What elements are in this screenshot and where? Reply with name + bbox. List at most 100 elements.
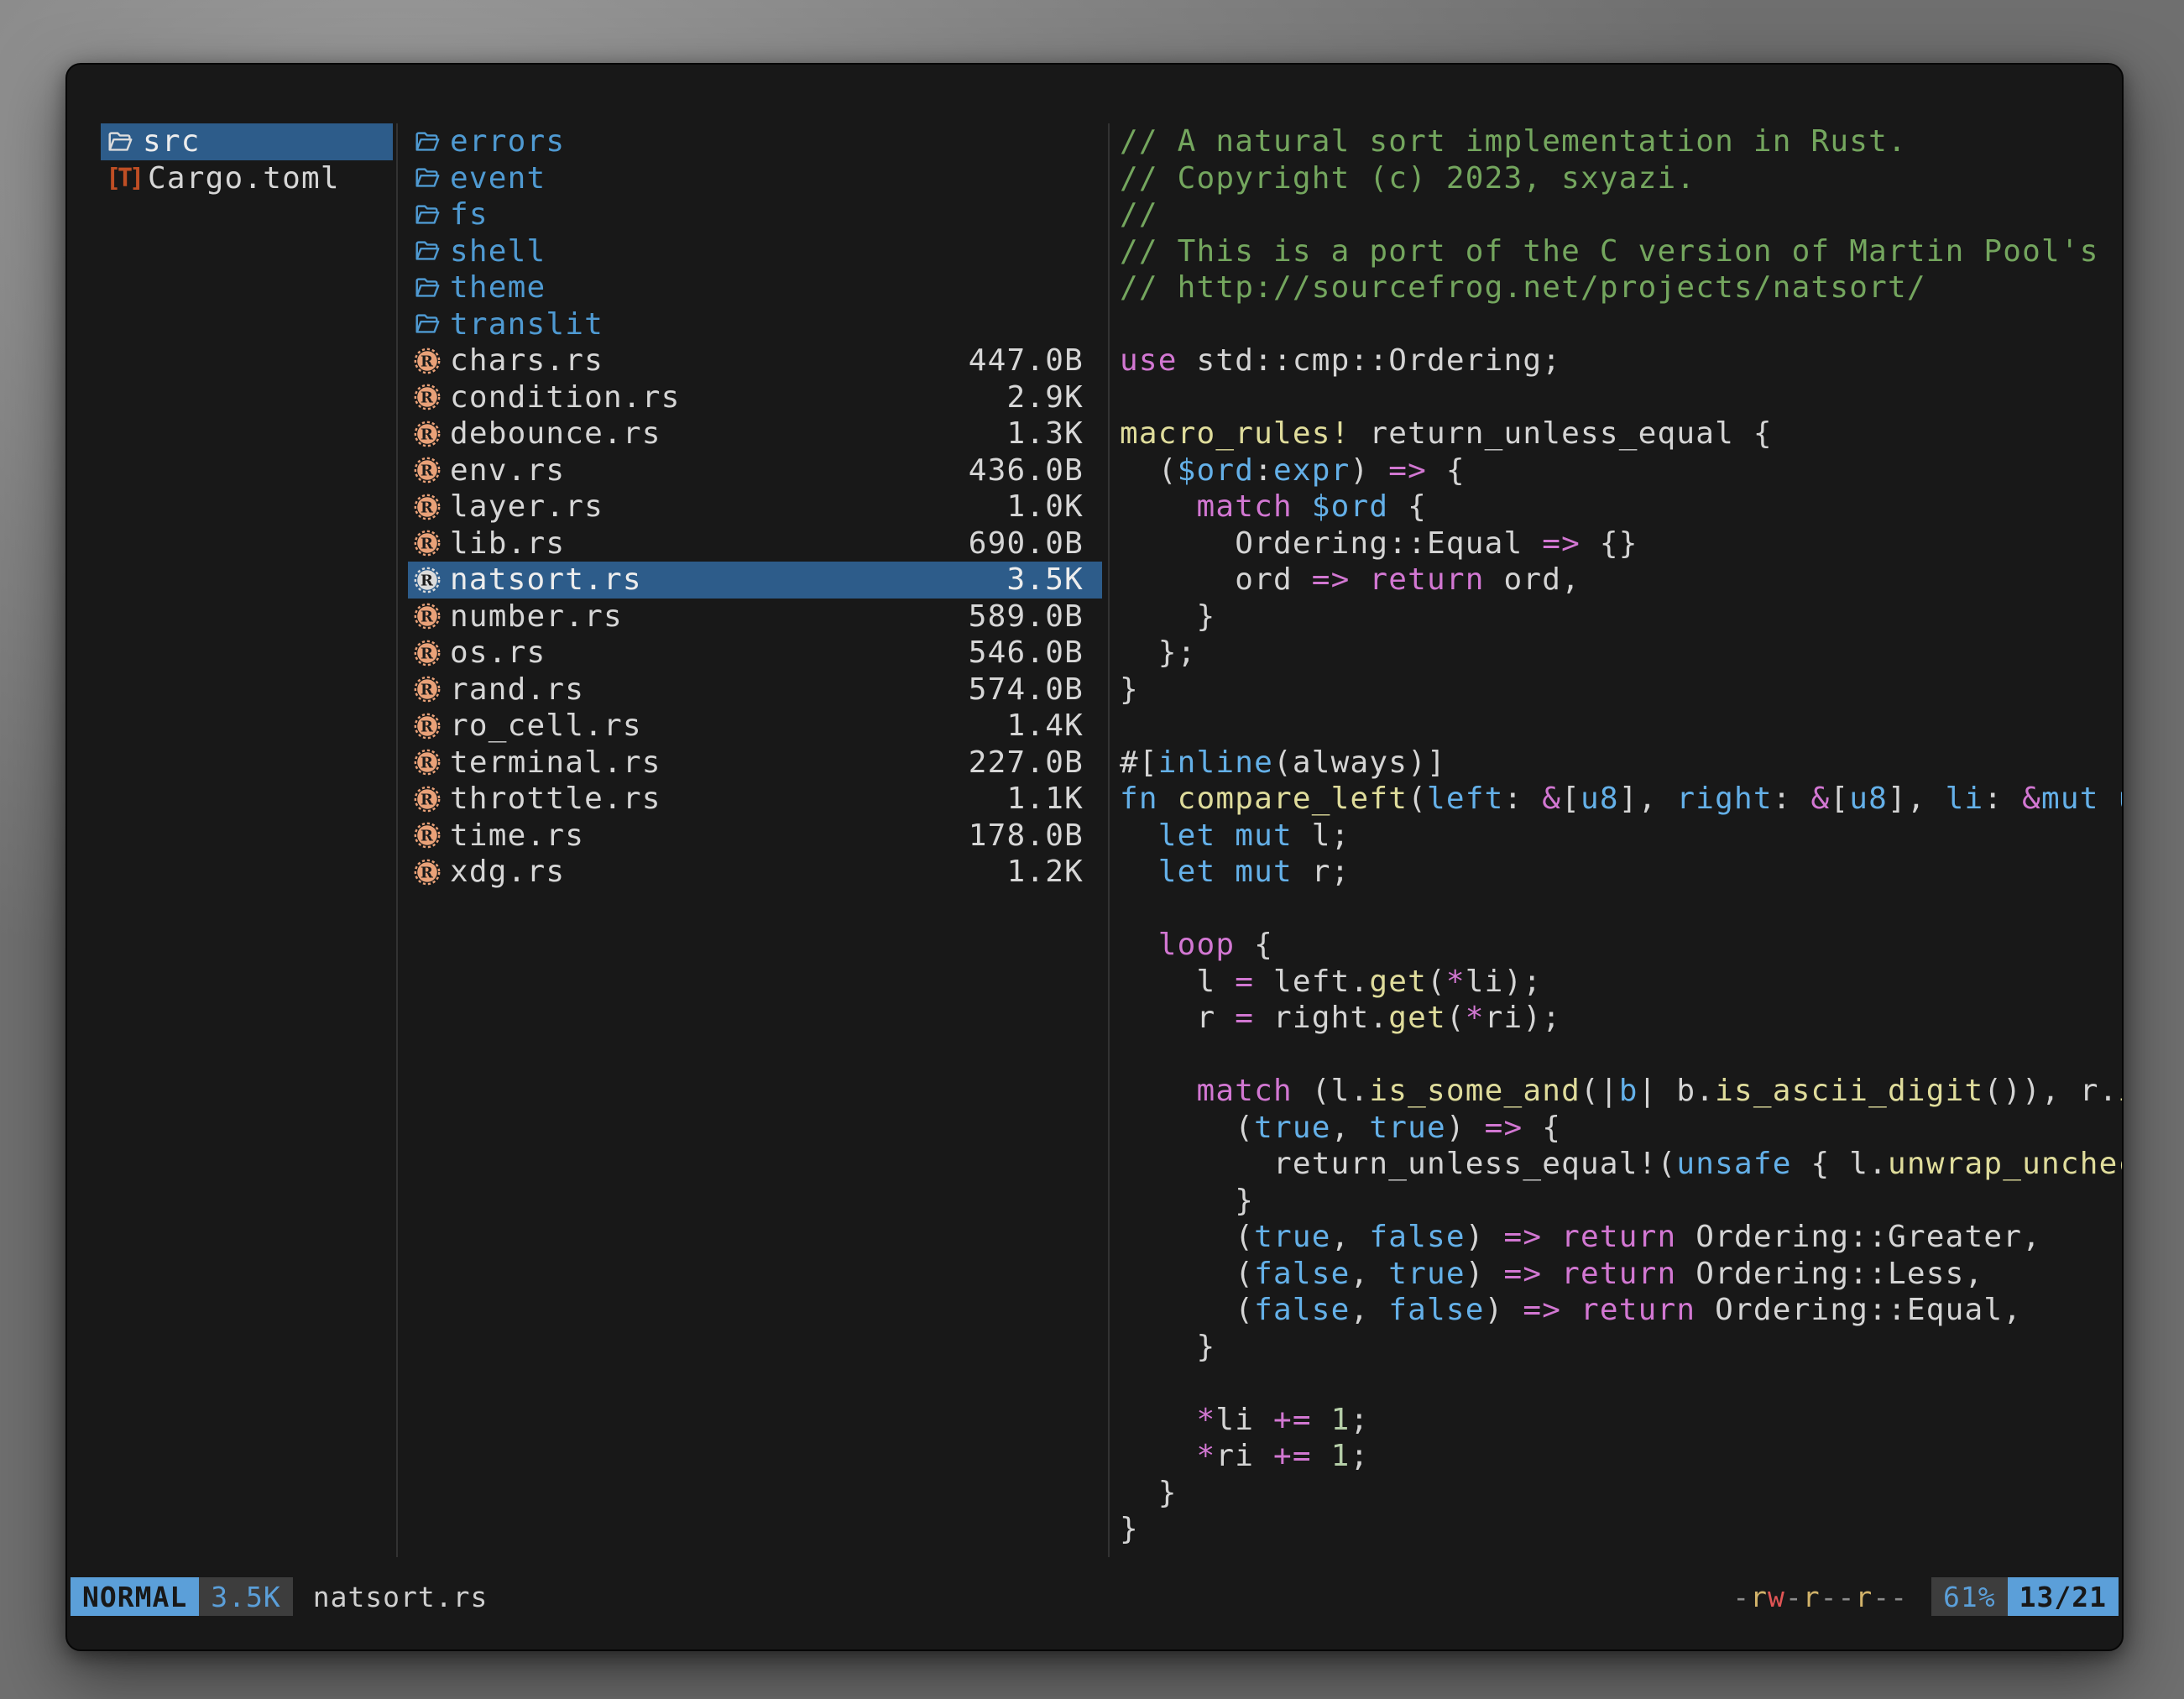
code-line: } [1120,1475,2122,1512]
item-size: 227.0B [969,745,1084,780]
code-line: match (l.is_some_and(|b| b.is_ascii_digi… [1120,1073,2122,1110]
svg-text:R: R [421,791,434,808]
code-preview-pane: // A natural sort implementation in Rust… [1120,123,2122,1549]
open-folder-icon [413,237,442,265]
file-row[interactable]: event [408,160,1102,197]
open-folder-icon [413,310,442,338]
file-size-badge: 3.5K [199,1577,292,1616]
file-row[interactable]: R time.rs 178.0B [408,818,1102,855]
item-name: src [143,124,201,159]
svg-text:R: R [421,463,434,480]
file-row[interactable]: translit [408,306,1102,343]
item-name: natsort.rs [450,562,642,597]
file-row[interactable]: R natsort.rs 3.5K [408,562,1102,599]
item-name: throttle.rs [450,782,661,816]
item-size: 3.5K [1007,562,1084,597]
code-line: // [1120,196,2122,233]
file-row[interactable]: R xdg.rs 1.2K [408,854,1102,891]
file-row[interactable]: R env.rs 436.0B [408,452,1102,489]
current-pane: errors event fs shell theme translit [408,123,1102,1549]
file-row[interactable]: errors [408,123,1102,160]
item-icon-slot [413,310,442,338]
item-name: translit [450,307,603,342]
item-icon-slot [106,128,134,156]
svg-text:R: R [421,682,434,699]
item-name: time.rs [450,818,584,853]
yazi-file-manager-window: src [T] Cargo.toml errors event fs shell [65,63,2124,1651]
file-row[interactable]: R chars.rs 447.0B [408,342,1102,379]
item-name: env.rs [450,453,565,488]
svg-text:R: R [421,609,434,626]
rust-file-icon: R [413,529,442,557]
code-line [1120,306,2122,343]
item-icon-slot [413,128,442,156]
rust-file-icon: R [413,639,442,667]
item-size: 1.2K [1007,855,1084,889]
item-icon-slot: R [413,493,442,521]
pane-divider [1108,123,1110,1557]
item-size: 589.0B [969,599,1084,634]
code-line [1120,379,2122,416]
code-line: use std::cmp::Ordering; [1120,342,2122,379]
code-line: // Copyright (c) 2023, sxyazi. [1120,160,2122,197]
code-line: } [1120,1511,2122,1548]
parent-item[interactable]: [T] Cargo.toml [101,160,393,197]
code-line: macro_rules! return_unless_equal { [1120,416,2122,452]
rust-file-icon: R [413,675,442,703]
scroll-percent-badge: 61% [1931,1577,2008,1616]
item-size: 178.0B [969,818,1084,853]
item-name: layer.rs [450,489,603,524]
item-icon-slot [413,237,442,265]
file-row[interactable]: R rand.rs 574.0B [408,672,1102,708]
file-row[interactable]: R number.rs 589.0B [408,599,1102,635]
file-row[interactable]: R os.rs 546.0B [408,635,1102,672]
svg-text:R: R [421,499,434,516]
code-line: fn compare_left(left: &[u8], right: &[u8… [1120,781,2122,818]
item-size: 546.0B [969,635,1084,670]
open-folder-icon [413,128,442,156]
item-icon-slot: R [413,675,442,703]
code-line: // http://sourcefrog.net/projects/natsor… [1120,269,2122,306]
item-name: xdg.rs [450,855,565,889]
file-row[interactable]: R layer.rs 1.0K [408,489,1102,525]
item-size: 690.0B [969,526,1084,561]
file-row[interactable]: shell [408,233,1102,270]
item-name: event [450,161,546,196]
rust-file-icon: R [413,420,442,448]
mode-badge: NORMAL [71,1577,199,1616]
code-line: (false, true) => return Ordering::Less, [1120,1256,2122,1293]
item-icon-slot: R [413,456,442,484]
file-row[interactable]: R throttle.rs 1.1K [408,781,1102,818]
file-row[interactable]: R terminal.rs 227.0B [408,745,1102,782]
code-line: } [1120,599,2122,635]
svg-text:R: R [421,755,434,772]
code-line: } [1120,1329,2122,1366]
file-row[interactable]: R condition.rs 2.9K [408,379,1102,416]
item-icon-slot: R [413,602,442,630]
item-icon-slot: R [413,529,442,557]
item-icon-slot: R [413,420,442,448]
item-size: 1.0K [1007,489,1084,524]
item-name: rand.rs [450,672,584,707]
code-line: }; [1120,635,2122,672]
svg-text:R: R [421,389,434,407]
code-line: Ordering::Equal => {} [1120,525,2122,562]
item-name: theme [450,270,546,305]
code-line: } [1120,672,2122,708]
rust-file-icon: R [413,858,442,886]
file-row[interactable]: fs [408,196,1102,233]
item-icon-slot: R [413,748,442,776]
file-row[interactable]: theme [408,269,1102,306]
parent-item[interactable]: src [101,123,393,160]
file-row[interactable]: R ro_cell.rs 1.4K [408,708,1102,745]
item-icon-slot [413,201,442,229]
item-name: shell [450,234,546,269]
item-size: 1.4K [1007,708,1084,743]
code-line: return_unless_equal!(unsafe { l.unwrap_u… [1120,1146,2122,1183]
file-row[interactable]: R debounce.rs 1.3K [408,416,1102,452]
item-icon-slot: R [413,712,442,740]
item-size: 574.0B [969,672,1084,707]
svg-text:R: R [421,645,434,662]
file-row[interactable]: R lib.rs 690.0B [408,525,1102,562]
code-line: let mut l; [1120,818,2122,855]
